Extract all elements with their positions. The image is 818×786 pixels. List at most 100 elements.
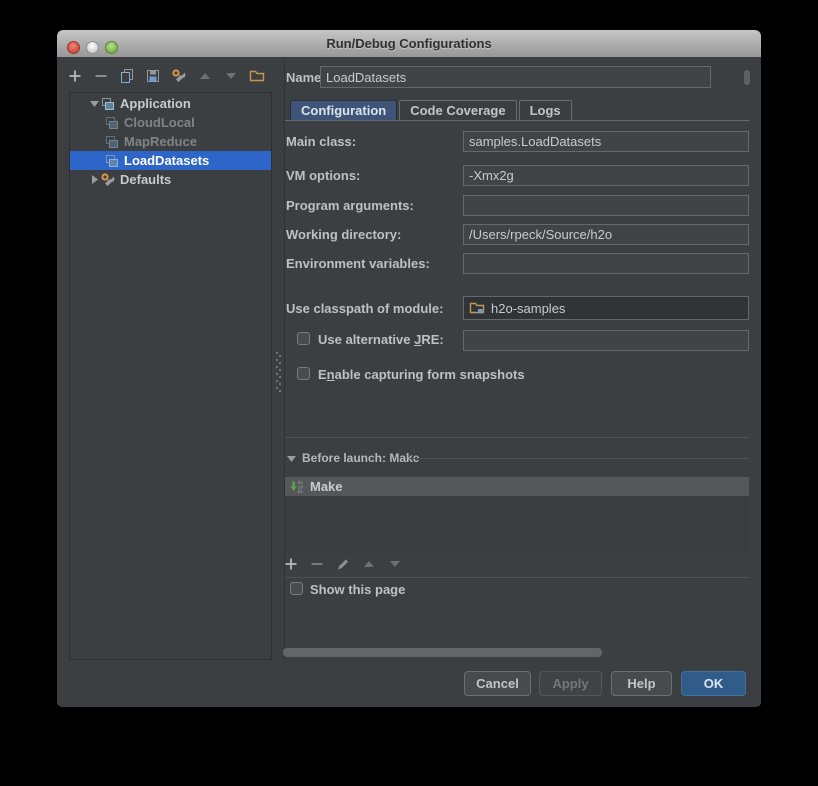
move-down-button[interactable] — [223, 68, 239, 84]
tree-node-application[interactable]: Application — [70, 94, 271, 113]
name-input[interactable] — [320, 66, 711, 88]
minus-icon — [311, 563, 323, 565]
plus-icon — [69, 70, 81, 82]
vm-options-input[interactable] — [463, 165, 749, 186]
application-icon — [104, 115, 120, 131]
cancel-button[interactable]: Cancel — [464, 671, 531, 696]
wrench-gear-icon — [172, 69, 186, 82]
before-launch-header[interactable]: Before launch: Make — [287, 451, 419, 465]
save-icon — [147, 70, 159, 82]
tree-label-loaddatasets: LoadDatasets — [124, 153, 210, 168]
make-icon: 011001 — [290, 480, 304, 495]
create-folder-button[interactable] — [249, 68, 265, 84]
working-directory-input[interactable] — [463, 224, 749, 245]
environment-variables-input[interactable] — [463, 253, 749, 274]
before-launch-move-down-button[interactable] — [387, 556, 403, 572]
tree-label-defaults: Defaults — [120, 172, 172, 187]
add-configuration-button[interactable] — [67, 68, 83, 84]
snapshots-label-post: able capturing form snapshots — [334, 367, 525, 382]
before-launch-remove-button[interactable] — [309, 556, 325, 572]
main-class-label: Main class: — [286, 134, 357, 149]
application-icon — [100, 96, 116, 112]
folder-icon — [249, 70, 265, 82]
plus-icon — [285, 558, 297, 570]
vm-options-label: VM options: — [286, 168, 361, 183]
before-launch-rule — [409, 458, 749, 459]
tree-node-defaults[interactable]: Defaults — [70, 170, 271, 189]
program-arguments-label: Program arguments: — [286, 198, 414, 213]
tree-node-cloudlocal[interactable]: CloudLocal — [70, 113, 271, 132]
before-launch-item-make[interactable]: 01 10 01 Make — [285, 477, 749, 496]
collapsed-chevron-icon[interactable] — [88, 175, 100, 184]
use-alternative-jre-label: Use alternative JRE: — [318, 332, 444, 347]
collapse-triangle-icon[interactable] — [287, 454, 296, 463]
window-title: Run/Debug Configurations — [326, 36, 492, 51]
ok-button[interactable]: OK — [681, 671, 746, 696]
up-triangle-icon — [364, 561, 374, 567]
tabs-underline — [285, 120, 749, 121]
before-launch-move-up-button[interactable] — [361, 556, 377, 572]
snapshots-label-pre: E — [318, 367, 327, 382]
splitter-grip[interactable] — [275, 350, 282, 396]
enable-snapshots-checkbox[interactable] — [297, 367, 310, 380]
alternative-jre-input[interactable] — [463, 330, 749, 351]
remove-configuration-button[interactable] — [93, 68, 109, 84]
svg-text:01: 01 — [298, 489, 304, 495]
horizontal-scrollbar-thumb[interactable] — [283, 648, 602, 657]
down-triangle-icon — [226, 73, 236, 79]
tab-logs[interactable]: Logs — [518, 100, 572, 121]
tab-code-coverage[interactable]: Code Coverage — [399, 100, 517, 121]
footer-separator — [285, 577, 749, 578]
working-directory-label: Working directory: — [286, 227, 402, 242]
close-window-button[interactable] — [67, 41, 80, 54]
zoom-window-button[interactable] — [105, 41, 118, 54]
help-button[interactable]: Help — [611, 671, 672, 696]
configurations-toolbar — [67, 62, 265, 90]
tree-label-mapreduce: MapReduce — [124, 134, 197, 149]
tab-configuration[interactable]: Configuration — [290, 100, 398, 121]
tree-label-application: Application — [120, 96, 191, 111]
dialog-body: Application CloudLocal MapReduce LoadDat… — [57, 58, 761, 706]
show-this-page-label: Show this page — [310, 582, 406, 597]
tree-node-mapreduce[interactable]: MapReduce — [70, 132, 271, 151]
minus-icon — [95, 75, 107, 77]
enable-snapshots-label: Enable capturing form snapshots — [318, 367, 525, 382]
copy-icon — [121, 69, 133, 83]
edit-defaults-button[interactable] — [171, 68, 187, 84]
module-combobox[interactable]: h2o-samples — [463, 296, 749, 320]
apply-button[interactable]: Apply — [539, 671, 602, 696]
defaults-wrench-icon — [100, 172, 116, 188]
program-arguments-input[interactable] — [463, 195, 749, 216]
section-separator — [285, 437, 749, 438]
use-alternative-jre-checkbox[interactable] — [297, 332, 310, 345]
show-this-page-checkbox[interactable] — [290, 582, 303, 595]
before-launch-title: Before launch: Make — [302, 451, 420, 465]
minimize-window-button[interactable] — [86, 41, 99, 54]
expanded-chevron-icon[interactable] — [88, 99, 100, 108]
before-launch-list[interactable]: 01 10 01 Make — [285, 477, 749, 553]
titlebar[interactable]: Run/Debug Configurations — [57, 30, 761, 58]
run-debug-configurations-dialog: Run/Debug Configurations Application Clo… — [57, 30, 761, 707]
settings-tabs: Configuration Code Coverage Logs — [290, 100, 572, 121]
save-configuration-button[interactable] — [145, 68, 161, 84]
up-triangle-icon — [200, 73, 210, 79]
jre-label-pre: Use alternative — [318, 332, 415, 347]
application-icon — [104, 134, 120, 150]
down-triangle-icon — [390, 561, 400, 567]
use-classpath-label: Use classpath of module: — [286, 301, 444, 316]
vertical-scrollbar-thumb[interactable] — [744, 70, 750, 85]
configurations-tree: Application CloudLocal MapReduce LoadDat… — [69, 92, 272, 660]
application-icon — [104, 153, 120, 169]
before-launch-item-label: Make — [310, 479, 343, 494]
before-launch-edit-button[interactable] — [335, 556, 351, 572]
snapshots-label-mnemonic: n — [326, 367, 335, 382]
before-launch-add-button[interactable] — [283, 556, 299, 572]
tree-label-cloudlocal: CloudLocal — [124, 115, 195, 130]
module-folder-icon — [469, 302, 485, 314]
move-up-button[interactable] — [197, 68, 213, 84]
main-class-input[interactable] — [463, 131, 749, 152]
tree-node-loaddatasets-selected[interactable]: LoadDatasets — [70, 151, 271, 170]
jre-label-post: RE: — [421, 332, 444, 347]
copy-configuration-button[interactable] — [119, 68, 135, 84]
module-combobox-value: h2o-samples — [491, 300, 566, 316]
